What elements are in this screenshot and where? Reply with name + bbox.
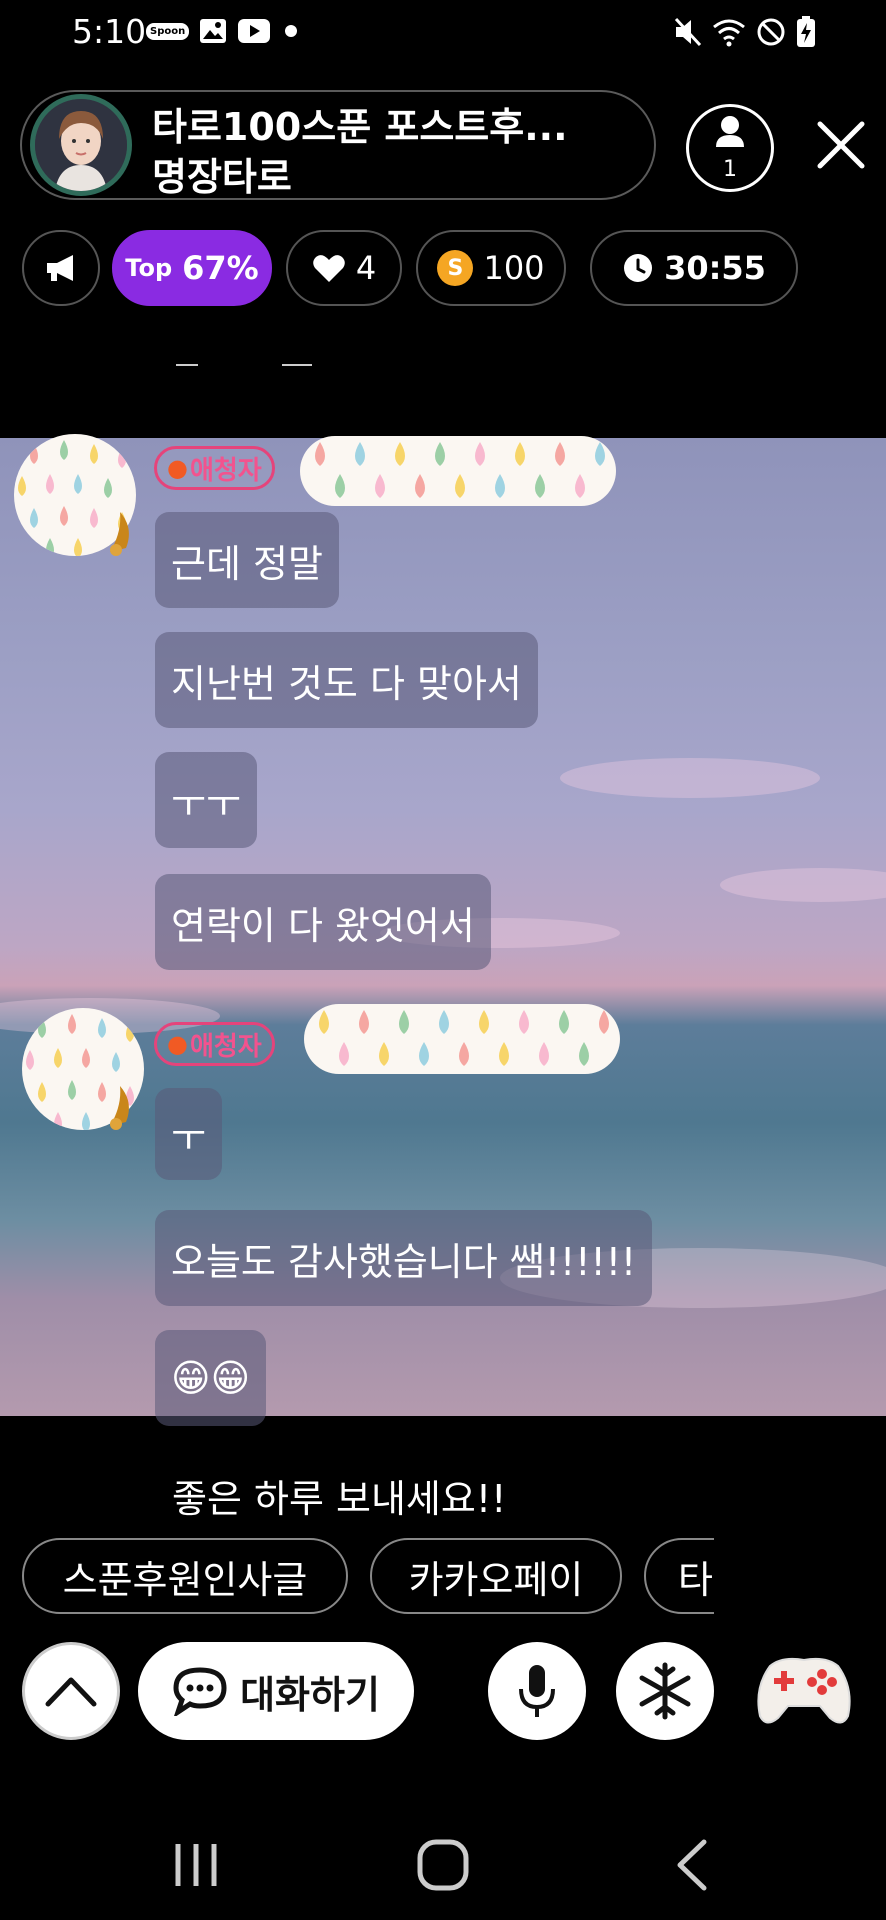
live-title[interactable]: 타로100스푼 포스트후... xyxy=(152,96,568,151)
chat-message[interactable]: ㅜ xyxy=(155,1088,222,1180)
chat-button-label: 대화하기 xyxy=(240,1672,380,1717)
system-nav-bar xyxy=(0,1810,886,1920)
heart-icon xyxy=(313,255,345,282)
person-icon xyxy=(716,116,744,147)
listener-count: 1 xyxy=(723,157,737,182)
likes-chip[interactable]: 4 xyxy=(286,230,402,306)
spoon-notification-icon: Spoon xyxy=(146,22,190,40)
spoon-coin-icon: S xyxy=(437,250,474,286)
username-redacted xyxy=(300,436,616,506)
recents-icon[interactable] xyxy=(172,1840,222,1890)
crown-icon xyxy=(110,512,129,556)
listener-button[interactable]: 1 xyxy=(686,104,774,192)
home-icon[interactable] xyxy=(416,1838,470,1892)
mic-button[interactable] xyxy=(488,1642,586,1740)
wifi-icon xyxy=(713,19,745,47)
notification-icons: Spoon xyxy=(146,18,301,44)
chat-bubble-icon xyxy=(173,1667,227,1716)
gamepad-icon[interactable] xyxy=(752,1644,856,1730)
megaphone-icon xyxy=(47,255,73,281)
youtube-notification-icon xyxy=(238,19,271,43)
expand-button[interactable] xyxy=(22,1642,120,1740)
likes-count: 4 xyxy=(355,249,377,287)
system-icons xyxy=(674,16,816,48)
spoons-count: 100 xyxy=(483,249,545,287)
host-avatar[interactable] xyxy=(30,94,132,196)
clock-icon xyxy=(624,254,653,282)
chat-message[interactable]: 오늘도 감사했습니다 쌤!!!!!! xyxy=(155,1210,653,1306)
top-rank-prefix: Top xyxy=(125,254,173,282)
quick-reply-chip[interactable]: 타 xyxy=(644,1538,714,1614)
status-bar: 5:10 Spoon xyxy=(0,0,886,68)
fan-badge: ● 애청자 xyxy=(154,446,275,490)
battery-charging-icon xyxy=(797,16,815,47)
quick-reply-bar: 스푼후원인사글 카카오페이 타 xyxy=(0,1530,714,1622)
quick-reply-chip[interactable]: 카카오페이 xyxy=(370,1538,622,1614)
do-not-disturb-icon xyxy=(757,18,785,46)
snowflake-icon xyxy=(639,1662,691,1720)
chat-message[interactable]: ㅜㅜ xyxy=(155,752,257,848)
host-name[interactable]: 명장타로 xyxy=(152,146,292,201)
spoons-chip[interactable]: S 100 xyxy=(416,230,566,306)
more-dot-icon xyxy=(285,25,298,37)
timer-chip[interactable]: 30:55 xyxy=(590,230,798,306)
status-time: 5:10 xyxy=(72,12,147,51)
mic-icon xyxy=(519,1665,555,1717)
chevron-up-icon xyxy=(45,1677,97,1707)
back-icon[interactable] xyxy=(674,1838,710,1892)
mute-icon xyxy=(674,17,702,47)
timer-value: 30:55 xyxy=(664,249,766,287)
announcement-button[interactable] xyxy=(22,230,100,306)
quick-reply-chip[interactable]: 스푼후원인사글 xyxy=(22,1538,348,1614)
chat-message[interactable]: 😁😁 xyxy=(155,1330,267,1426)
flame-icon: ● xyxy=(167,1030,188,1058)
chat-button[interactable]: 대화하기 xyxy=(138,1642,414,1740)
freeze-button[interactable] xyxy=(616,1642,714,1740)
top-rank-chip[interactable]: Top 67% xyxy=(112,230,272,306)
scrolled-message-fragment xyxy=(170,350,330,366)
chat-message[interactable]: 지난번 것도 다 맞아서 xyxy=(155,632,538,728)
fan-badge-label: 애청자 xyxy=(189,1031,262,1062)
chat-message[interactable]: 연락이 다 왔엇어서 xyxy=(155,874,491,970)
crown-icon xyxy=(110,1086,129,1130)
username-redacted xyxy=(304,1004,620,1074)
chat-message[interactable]: 근데 정말 xyxy=(155,512,339,608)
top-rank-value: 67% xyxy=(182,249,259,287)
image-notification-icon xyxy=(200,19,227,43)
fan-badge-label: 애청자 xyxy=(189,455,262,486)
fan-badge: ● 애청자 xyxy=(154,1022,275,1066)
flame-icon: ● xyxy=(167,454,188,482)
close-icon[interactable] xyxy=(812,116,870,174)
latest-message: 좋은 하루 보내세요!! xyxy=(172,1477,507,1521)
